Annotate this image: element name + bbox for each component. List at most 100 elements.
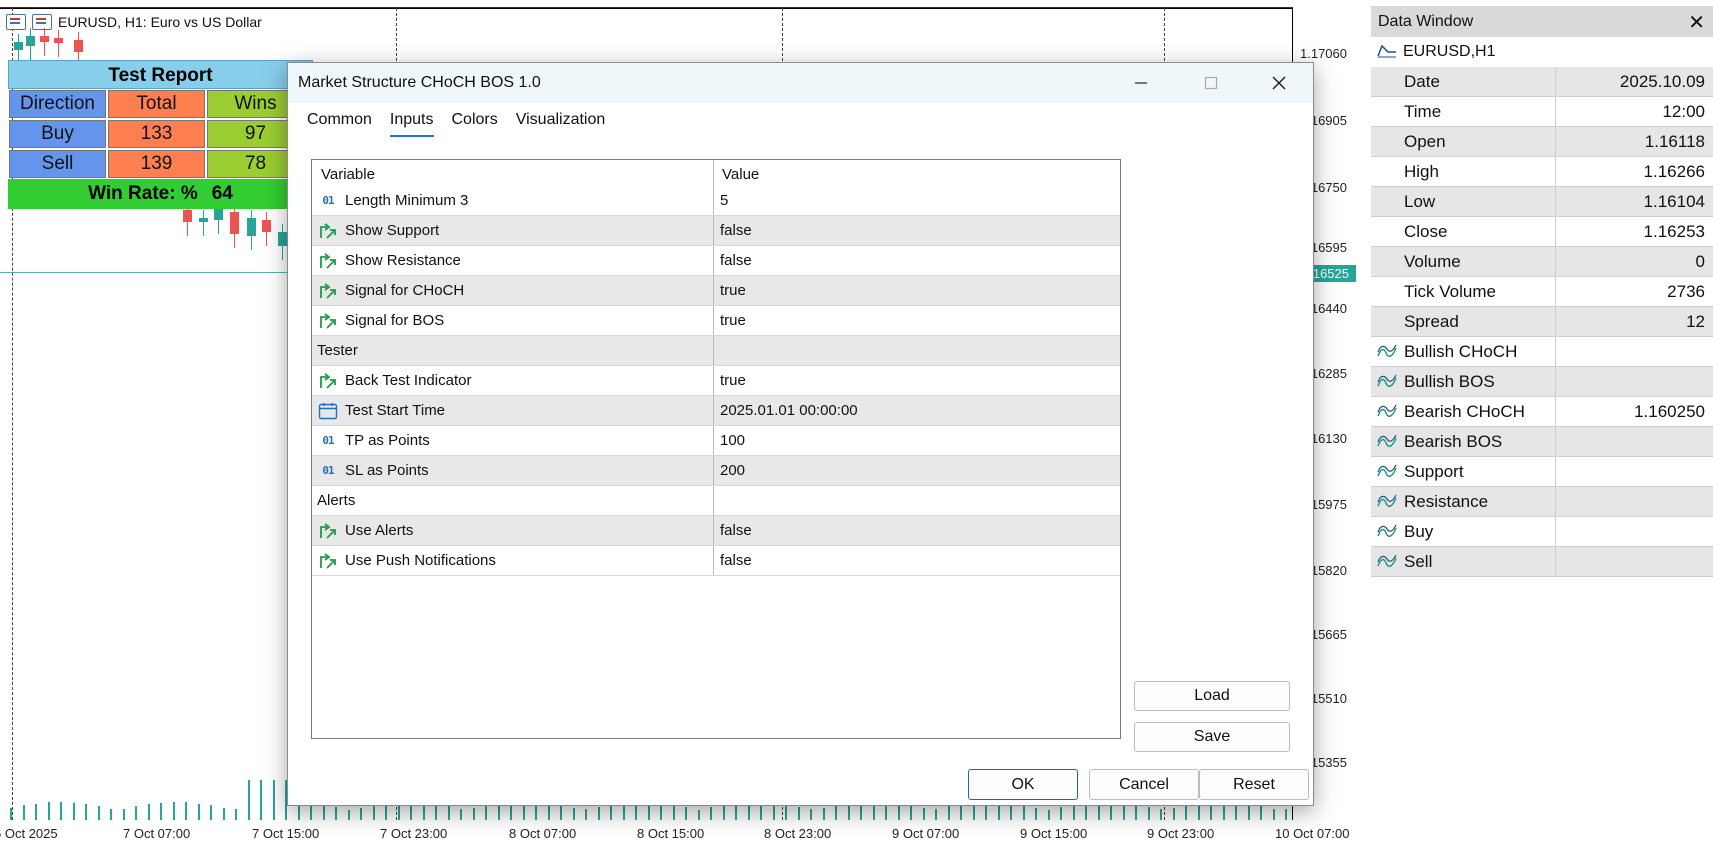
- minimize-icon[interactable]: [1118, 63, 1164, 103]
- indicator-buffer-row: Support: [1371, 457, 1713, 487]
- data-value: 1.16118: [1644, 131, 1705, 151]
- volume-bar: [35, 804, 37, 820]
- maximize-icon[interactable]: [1188, 63, 1234, 103]
- volume-bar: [448, 806, 450, 820]
- input-row[interactable]: Use Push Notifications false: [312, 546, 1120, 576]
- close-icon[interactable]: [1256, 63, 1302, 103]
- candle-body: [183, 210, 192, 222]
- input-variable-label: Length Minimum 3: [345, 192, 469, 209]
- section-row[interactable]: Alerts: [312, 486, 1120, 516]
- input-variable-label: Show Support: [345, 222, 440, 239]
- volume-bar: [585, 809, 587, 820]
- indicator-key-label: Bearish BOS: [1404, 431, 1503, 451]
- sell-total: 139: [108, 150, 205, 178]
- candle-wick: [58, 30, 59, 57]
- reset-button[interactable]: Reset: [1199, 769, 1309, 800]
- data-value: 1.16104: [1643, 191, 1705, 211]
- volume-bar: [1073, 805, 1075, 820]
- input-value-cell[interactable]: false: [714, 546, 752, 575]
- data-value: 12:00: [1662, 101, 1705, 121]
- input-value-cell[interactable]: false: [714, 246, 752, 275]
- input-value-cell[interactable]: true: [714, 306, 746, 335]
- input-value-cell[interactable]: 100: [714, 426, 745, 455]
- indicator-key: Bearish BOS: [1371, 427, 1556, 456]
- boolean-icon: [317, 222, 339, 240]
- cancel-button[interactable]: Cancel: [1089, 769, 1199, 800]
- volume-bar: [1060, 807, 1062, 820]
- dialog-titlebar[interactable]: Market Structure CHoCH BOS 1.0: [288, 63, 1313, 103]
- indicator-buffer-row: Buy: [1371, 517, 1713, 547]
- volume-bar: [810, 809, 812, 820]
- input-value-cell[interactable]: true: [714, 366, 746, 395]
- input-row[interactable]: 01 SL as Points 200: [312, 456, 1120, 486]
- input-value-cell[interactable]: 5: [714, 186, 728, 215]
- volume-bar: [1173, 808, 1175, 820]
- input-row[interactable]: Signal for BOS true: [312, 306, 1120, 336]
- volume-bar: [210, 805, 212, 820]
- volume-bar: [85, 804, 87, 820]
- data-value: 0: [1695, 251, 1705, 271]
- tab-visualization[interactable]: Visualization: [516, 111, 606, 137]
- data-key: Tick Volume: [1371, 277, 1556, 306]
- indicator-key: Bearish CHoCH: [1371, 397, 1556, 426]
- close-icon[interactable]: ✕: [1688, 10, 1705, 35]
- win-rate-value: 64: [211, 183, 233, 204]
- column-value[interactable]: Value: [714, 160, 759, 186]
- ok-button[interactable]: OK: [968, 769, 1078, 800]
- column-variable[interactable]: Variable: [312, 160, 714, 186]
- input-variable-label: Tester: [317, 342, 358, 359]
- input-value-cell[interactable]: 2025.01.01 00:00:00: [714, 396, 858, 425]
- volume-bar: [223, 808, 225, 820]
- data-value: 1.16266: [1643, 161, 1705, 181]
- chart-properties-icon[interactable]: [32, 14, 52, 30]
- input-variable-label: SL as Points: [345, 462, 429, 479]
- input-row[interactable]: Show Support false: [312, 216, 1120, 246]
- input-value-cell[interactable]: false: [714, 516, 752, 545]
- volume-bar: [548, 804, 550, 820]
- time-tick-label: 8 Oct 07:00: [509, 826, 577, 841]
- input-value-cell[interactable]: 200: [714, 456, 745, 485]
- load-button[interactable]: Load: [1134, 681, 1290, 711]
- input-row[interactable]: Test Start Time 2025.01.01 00:00:00: [312, 396, 1120, 426]
- dialog-tabs: Common Inputs Colors Visualization: [307, 111, 605, 137]
- input-row[interactable]: 01 TP as Points 100: [312, 426, 1120, 456]
- input-row[interactable]: Use Alerts false: [312, 516, 1120, 546]
- indicator-key-label: Resistance: [1404, 491, 1489, 511]
- input-value-cell[interactable]: true: [714, 276, 746, 305]
- input-row[interactable]: Signal for CHoCH true: [312, 276, 1120, 306]
- indicator-icon: [1377, 494, 1397, 515]
- tab-inputs[interactable]: Inputs: [389, 111, 434, 137]
- input-value-cell[interactable]: false: [714, 216, 752, 245]
- volume-bar: [360, 808, 362, 820]
- volume-bar: [685, 807, 687, 820]
- tab-colors[interactable]: Colors: [452, 111, 498, 137]
- test-report-row-buy: Buy 133 97: [8, 119, 313, 149]
- volume-bar: [560, 806, 562, 820]
- input-row[interactable]: Back Test Indicator true: [312, 366, 1120, 396]
- volume-bar: [348, 810, 350, 820]
- calendar-icon: [317, 402, 339, 420]
- volume-bar: [485, 806, 487, 820]
- volume-bar: [1260, 806, 1262, 820]
- boolean-icon: [317, 282, 339, 300]
- time-tick-label: 7 Oct 15:00: [252, 826, 320, 841]
- input-row[interactable]: 01 Length Minimum 3 5: [312, 186, 1120, 216]
- volume-bar: [798, 807, 800, 820]
- one-click-trading-icon[interactable]: [6, 14, 26, 30]
- save-button[interactable]: Save: [1134, 722, 1290, 752]
- section-row[interactable]: Tester: [312, 336, 1120, 366]
- indicator-key-label: Bearish CHoCH: [1404, 401, 1525, 421]
- volume-bar: [335, 807, 337, 820]
- input-variable-cell: 01 SL as Points: [312, 456, 714, 485]
- indicator-value: [1556, 517, 1713, 546]
- volume-bar: [373, 805, 375, 820]
- inputs-grid-header: Variable Value: [312, 160, 1120, 186]
- tab-common[interactable]: Common: [307, 111, 372, 137]
- indicator-value: [1556, 487, 1713, 516]
- data-row: Spread 12: [1371, 307, 1713, 337]
- data-value: 1.16253: [1643, 221, 1705, 241]
- input-row[interactable]: Show Resistance false: [312, 246, 1120, 276]
- volume-bar: [723, 805, 725, 820]
- boolean-icon: [317, 552, 339, 570]
- input-variable-cell: Back Test Indicator: [312, 366, 714, 395]
